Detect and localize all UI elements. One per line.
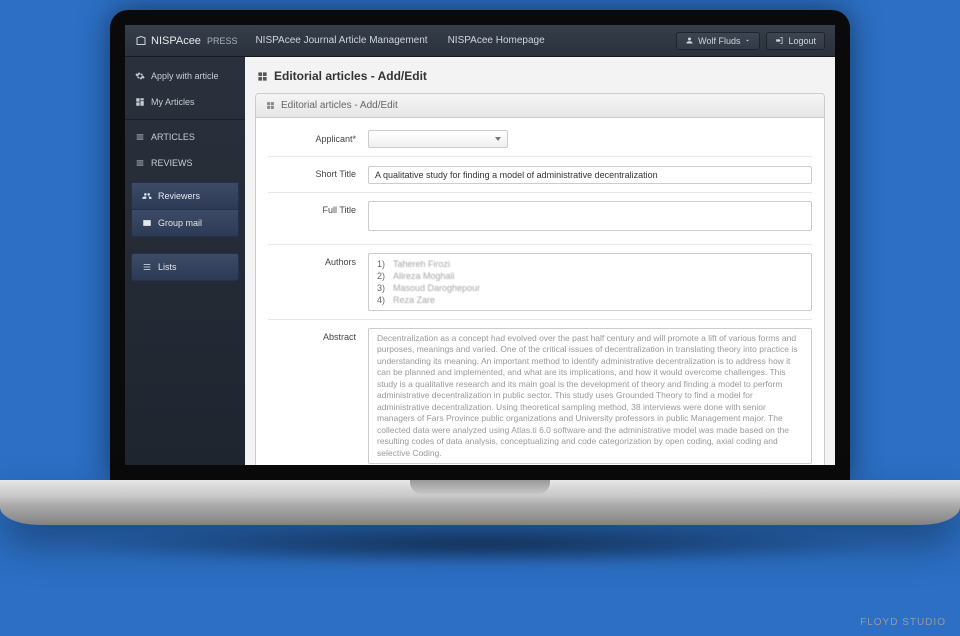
logout-label: Logout bbox=[788, 36, 816, 46]
user-name: Wolf Fluds bbox=[698, 36, 740, 46]
sidebar-group: Reviewers Group mail bbox=[131, 182, 239, 237]
authors-box[interactable]: 1)Tahereh Firozi 2)Alireza Moghali 3)Mas… bbox=[368, 253, 812, 311]
sidebar-item-group-mail[interactable]: Group mail bbox=[131, 210, 239, 237]
form-row-full-title: Full Title bbox=[268, 193, 812, 245]
dashboard-icon bbox=[135, 97, 145, 107]
sidebar-reviewers-label: Reviewers bbox=[158, 191, 200, 201]
sidebar-lists-label: Lists bbox=[158, 262, 177, 272]
app-body: Apply with article My Articles ARTICLES bbox=[125, 57, 835, 465]
topbar-right: Wolf Fluds Logout bbox=[676, 32, 825, 50]
sidebar-articles-label: ARTICLES bbox=[151, 132, 195, 142]
form-row-abstract: Abstract Decentralization as a concept h… bbox=[268, 320, 812, 465]
form-row-authors: Authors 1)Tahereh Firozi 2)Alireza Mogha… bbox=[268, 245, 812, 320]
brand-main: NISPAcee bbox=[151, 35, 201, 47]
user-icon bbox=[685, 36, 694, 45]
panel-header: Editorial articles - Add/Edit bbox=[256, 94, 824, 118]
short-title-input[interactable] bbox=[368, 166, 812, 184]
sidebar-item-apply[interactable]: Apply with article bbox=[125, 63, 245, 89]
laptop-frame: NISPAcee PRESS NISPAcee Journal Article … bbox=[0, 0, 960, 636]
sidebar-item-my-articles[interactable]: My Articles bbox=[125, 89, 245, 115]
panel-body: Applicant* Short Title F bbox=[256, 118, 824, 465]
content-area: Editorial articles - Add/Edit Editorial … bbox=[245, 57, 835, 465]
list-icon bbox=[135, 132, 145, 142]
form-panel: Editorial articles - Add/Edit Applicant*… bbox=[255, 93, 825, 465]
sidebar-apply-label: Apply with article bbox=[151, 71, 219, 81]
author-row: 1)Tahereh Firozi bbox=[377, 258, 803, 270]
lists-icon bbox=[142, 262, 152, 272]
laptop-notch bbox=[410, 480, 550, 494]
logout-button[interactable]: Logout bbox=[766, 32, 825, 50]
brand-logo[interactable]: NISPAcee PRESS bbox=[135, 35, 237, 47]
sidebar-group-mail-label: Group mail bbox=[158, 218, 202, 228]
page-title-text: Editorial articles - Add/Edit bbox=[274, 69, 427, 83]
grid-icon bbox=[257, 71, 268, 82]
sidebar-item-reviewers[interactable]: Reviewers bbox=[131, 182, 239, 210]
author-row: 4)Reza Zare bbox=[377, 294, 803, 306]
form-row-applicant: Applicant* bbox=[268, 122, 812, 157]
laptop-shadow bbox=[80, 524, 880, 566]
list-icon bbox=[135, 158, 145, 168]
gear-icon bbox=[135, 71, 145, 81]
applicant-label: Applicant* bbox=[268, 130, 368, 148]
panel-title: Editorial articles - Add/Edit bbox=[281, 100, 398, 111]
applicant-select[interactable] bbox=[368, 130, 508, 148]
mail-icon bbox=[142, 218, 152, 228]
users-icon bbox=[142, 191, 152, 201]
sidebar-item-articles[interactable]: ARTICLES bbox=[125, 124, 245, 150]
brand-sub: PRESS bbox=[207, 36, 238, 46]
authors-label: Authors bbox=[268, 253, 368, 311]
chevron-down-icon bbox=[744, 37, 751, 44]
user-menu-button[interactable]: Wolf Fluds bbox=[676, 32, 760, 50]
sidebar-item-reviews[interactable]: REVIEWS bbox=[125, 150, 245, 176]
topnav-journal-mgmt[interactable]: NISPAcee Journal Article Management bbox=[255, 35, 427, 46]
topbar: NISPAcee PRESS NISPAcee Journal Article … bbox=[125, 25, 835, 57]
author-row: 3)Masoud Daroghepour bbox=[377, 282, 803, 294]
form-row-short-title: Short Title bbox=[268, 157, 812, 193]
sidebar-item-lists[interactable]: Lists bbox=[131, 253, 239, 281]
abstract-textarea[interactable]: Decentralization as a concept had evolve… bbox=[368, 328, 812, 464]
watermark: FLOYD STUDIO bbox=[860, 617, 946, 628]
full-title-label: Full Title bbox=[268, 201, 368, 236]
sidebar-separator bbox=[125, 119, 245, 120]
sidebar-reviews-label: REVIEWS bbox=[151, 158, 193, 168]
full-title-textarea[interactable] bbox=[368, 201, 812, 231]
app-window: NISPAcee PRESS NISPAcee Journal Article … bbox=[125, 25, 835, 465]
logout-icon bbox=[775, 36, 784, 45]
short-title-label: Short Title bbox=[268, 165, 368, 184]
abstract-label: Abstract bbox=[268, 328, 368, 464]
author-row: 2)Alireza Moghali bbox=[377, 270, 803, 282]
sidebar-my-articles-label: My Articles bbox=[151, 97, 195, 107]
logo-icon bbox=[135, 35, 147, 47]
topnav-homepage[interactable]: NISPAcee Homepage bbox=[448, 35, 545, 46]
grid-icon bbox=[266, 101, 275, 110]
sidebar: Apply with article My Articles ARTICLES bbox=[125, 57, 245, 465]
page-title: Editorial articles - Add/Edit bbox=[257, 69, 825, 83]
